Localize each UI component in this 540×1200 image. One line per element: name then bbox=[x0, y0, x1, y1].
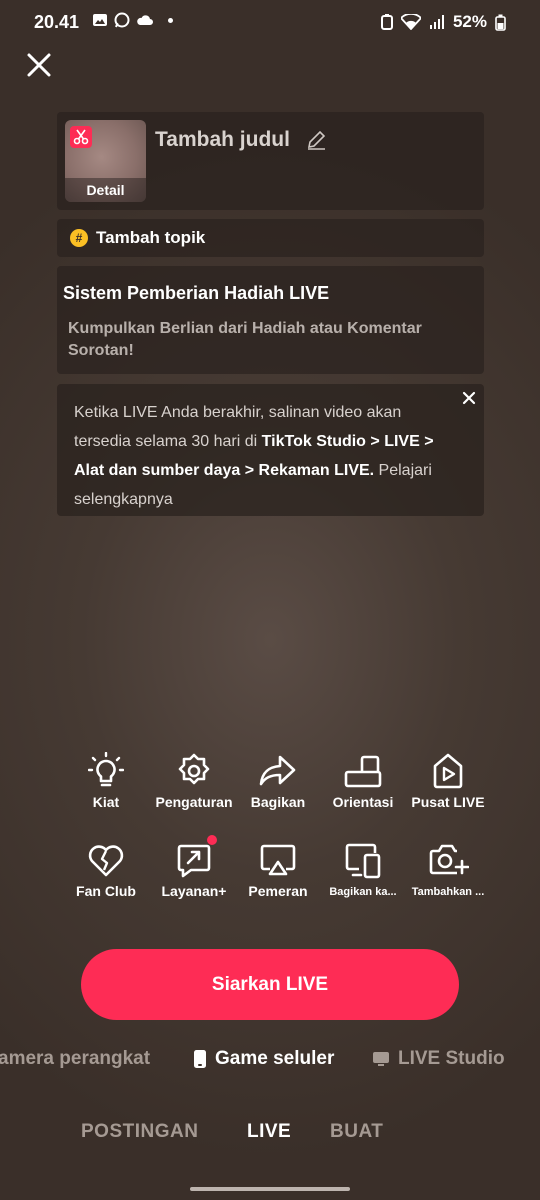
monitor-icon bbox=[373, 1052, 389, 1066]
status-bar: 20.41 52% bbox=[0, 0, 540, 46]
mode-label: Game seluler bbox=[215, 1048, 335, 1069]
dot-icon bbox=[168, 17, 173, 23]
tool-label: Pusat LIVE bbox=[411, 794, 485, 810]
tool-live-center[interactable]: Pusat LIVE bbox=[403, 750, 493, 810]
tool-cast[interactable]: Pemeran bbox=[233, 839, 323, 899]
home-indicator[interactable] bbox=[190, 1187, 350, 1191]
tool-label: Bagikan bbox=[250, 794, 306, 810]
tool-label: Fan Club bbox=[76, 883, 136, 899]
pencil-icon[interactable] bbox=[305, 129, 327, 151]
hashtag-icon: # bbox=[70, 229, 88, 247]
mode-mobile-game[interactable]: Game seluler bbox=[193, 1048, 334, 1070]
tool-label: Layanan+ bbox=[161, 883, 227, 899]
lightbulb-icon bbox=[88, 752, 124, 787]
replay-info-text: Ketika LIVE Anda berakhir, salinan video… bbox=[74, 398, 444, 514]
orientation-icon bbox=[344, 755, 382, 788]
mode-label: amera perangkat bbox=[0, 1048, 151, 1069]
notification-icons bbox=[92, 12, 173, 28]
tool-label: Kiat bbox=[92, 794, 120, 810]
status-time: 20.41 bbox=[34, 12, 80, 32]
tool-add-camera[interactable]: Tambahkan ... bbox=[403, 839, 493, 898]
gift-card-description: Kumpulkan Berlian dari Hadiah atau Komen… bbox=[68, 320, 422, 359]
live-center-icon bbox=[433, 753, 463, 789]
live-mode-selector: amera perangkat Game seluler LIVE Studio bbox=[0, 1048, 540, 1078]
tool-settings[interactable]: Pengaturan bbox=[149, 750, 239, 810]
tool-label: Pemeran bbox=[248, 883, 308, 899]
tool-share-screen[interactable]: Bagikan ka... bbox=[318, 839, 408, 898]
share-screen-icon bbox=[345, 843, 381, 879]
title-input[interactable]: Tambah judul bbox=[155, 128, 290, 152]
gift-system-card[interactable]: Sistem Pemberian Hadiah LIVE Kumpulkan B… bbox=[57, 266, 484, 374]
mode-live-studio[interactable]: LIVE Studio bbox=[372, 1048, 505, 1070]
tool-label: Bagikan ka... bbox=[329, 886, 397, 898]
phone-icon bbox=[194, 1050, 206, 1068]
tool-orientation[interactable]: Orientasi bbox=[318, 750, 408, 810]
battery-icon bbox=[495, 14, 506, 31]
battery-percent: 52% bbox=[452, 12, 487, 31]
go-live-button[interactable]: Siarkan LIVE bbox=[81, 949, 459, 1020]
close-button[interactable] bbox=[24, 50, 54, 80]
close-icon bbox=[27, 53, 51, 77]
battery-saver-icon bbox=[380, 14, 393, 30]
whatsapp-icon bbox=[114, 12, 130, 28]
cast-icon bbox=[260, 844, 296, 876]
cloud-icon bbox=[137, 15, 153, 25]
notification-dot bbox=[207, 835, 217, 845]
status-right: 52% bbox=[380, 12, 506, 32]
tab-postingan[interactable]: POSTINGAN bbox=[81, 1121, 198, 1143]
tool-tips[interactable]: Kiat bbox=[61, 750, 151, 810]
heart-icon bbox=[88, 845, 124, 877]
tool-fan-club[interactable]: Fan Club bbox=[61, 839, 151, 899]
add-topic-label: Tambah topik bbox=[96, 228, 206, 247]
replay-info-card: Ketika LIVE Anda berakhir, salinan video… bbox=[57, 384, 484, 516]
edit-cover-badge bbox=[70, 126, 92, 148]
cover-thumbnail[interactable]: Detail bbox=[65, 120, 146, 202]
tool-share[interactable]: Bagikan bbox=[233, 750, 323, 810]
scissors-icon bbox=[73, 129, 89, 145]
mode-label: LIVE Studio bbox=[398, 1048, 505, 1069]
add-topic-button[interactable]: # Tambah topik bbox=[57, 219, 484, 257]
mode-device-camera[interactable]: amera perangkat bbox=[0, 1048, 150, 1070]
thumbnail-detail-label: Detail bbox=[65, 178, 146, 202]
gift-card-title: Sistem Pemberian Hadiah LIVE bbox=[63, 283, 330, 303]
gear-icon bbox=[178, 753, 210, 785]
tool-label: Orientasi bbox=[332, 794, 394, 810]
tool-services[interactable]: Layanan+ bbox=[149, 835, 239, 899]
signal-icon bbox=[429, 15, 444, 29]
tab-buat[interactable]: BUAT bbox=[330, 1121, 383, 1143]
title-card: Detail Tambah judul bbox=[57, 112, 484, 210]
tool-label: Pengaturan bbox=[155, 794, 233, 810]
close-icon[interactable] bbox=[460, 389, 478, 407]
tab-live[interactable]: LIVE bbox=[247, 1121, 291, 1143]
services-icon bbox=[177, 844, 211, 878]
gallery-icon bbox=[93, 14, 107, 26]
wifi-icon bbox=[400, 14, 421, 30]
share-arrow-icon bbox=[259, 755, 296, 786]
tool-label: Tambahkan ... bbox=[411, 886, 485, 898]
add-camera-icon bbox=[429, 844, 469, 875]
